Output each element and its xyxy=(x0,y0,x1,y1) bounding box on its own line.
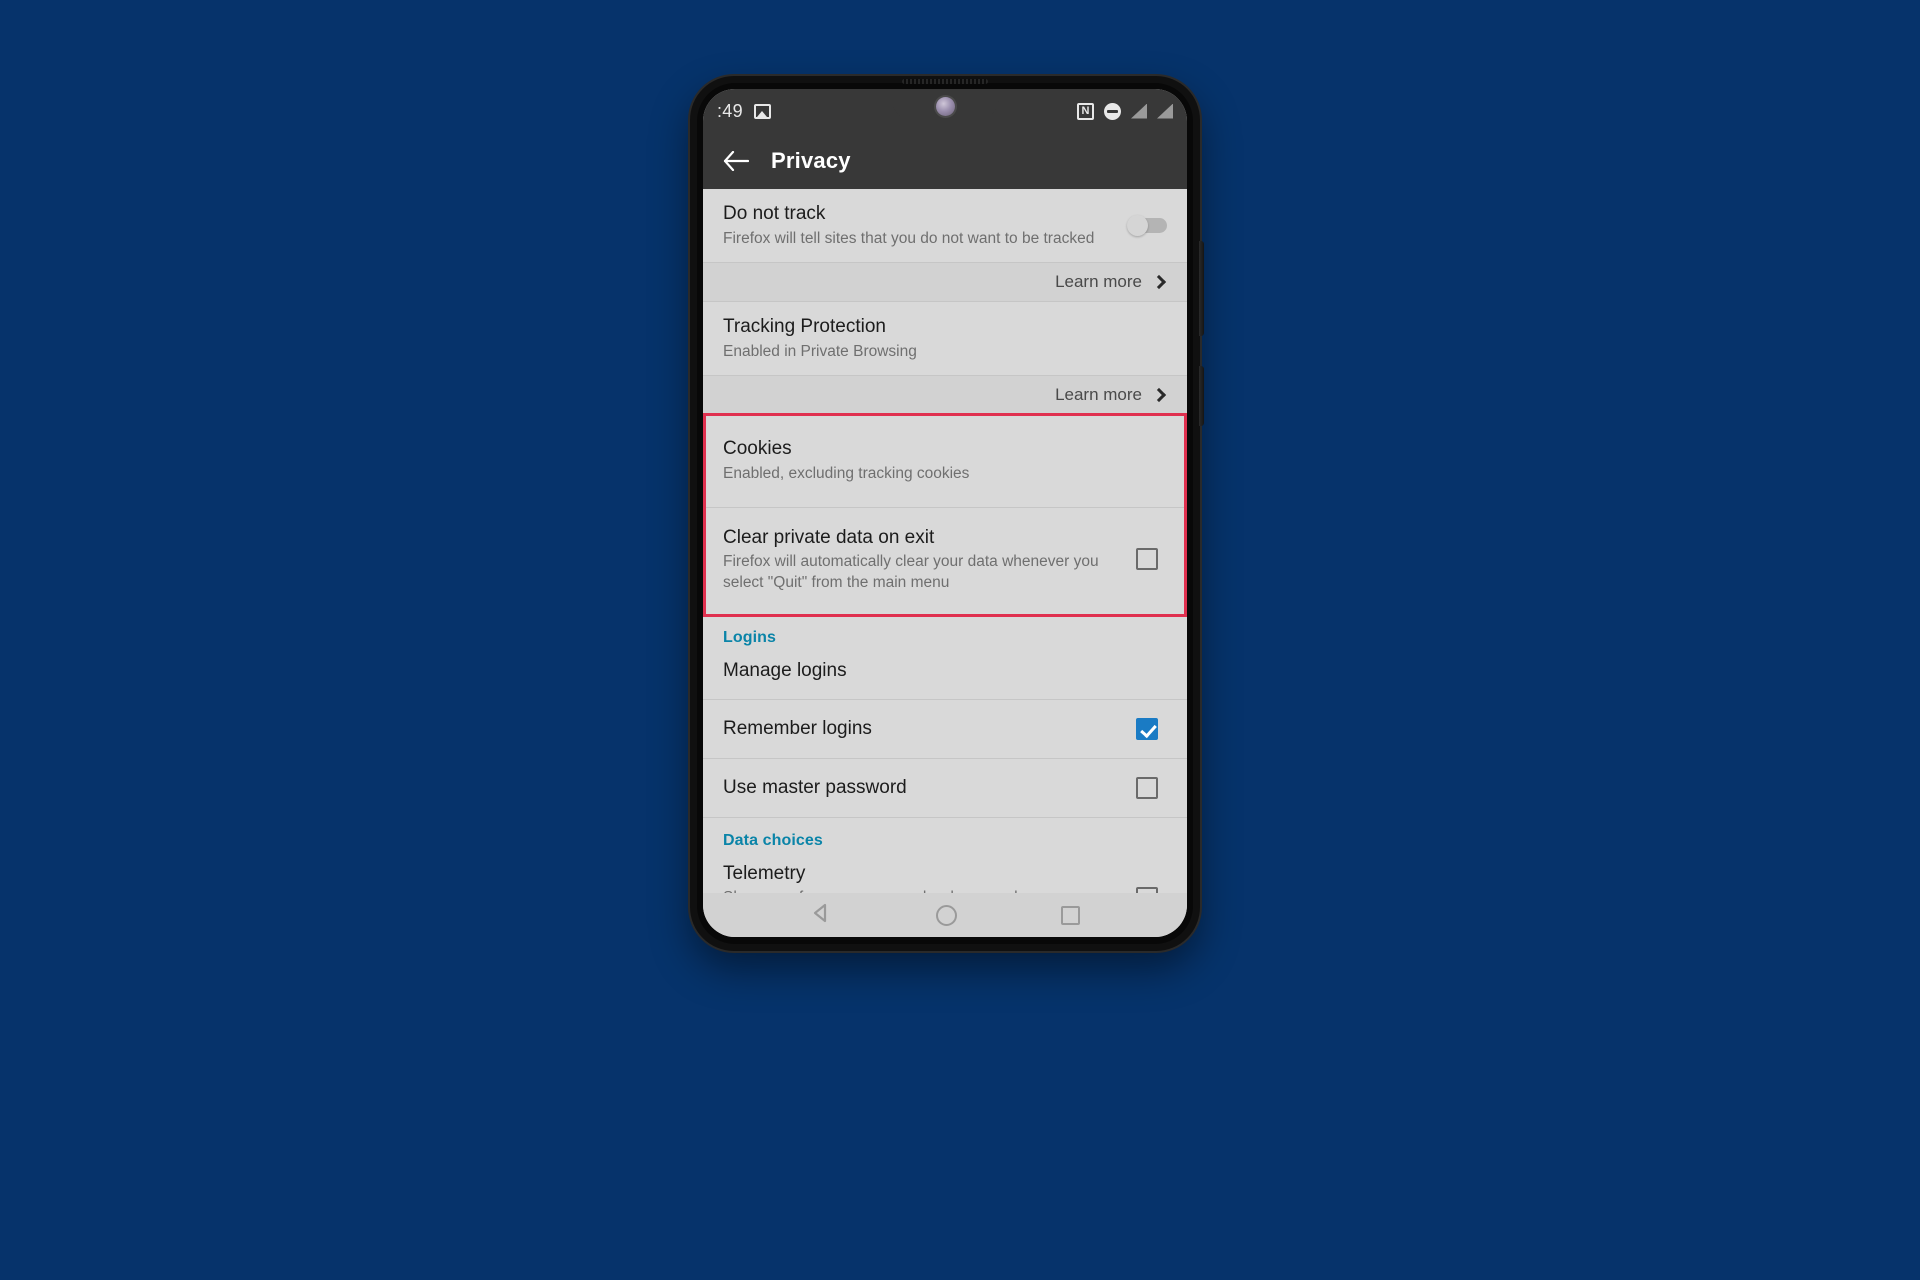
nfc-icon: N xyxy=(1077,102,1094,120)
screenshot-canvas: :49 N Privacy Do not track Firefox will … xyxy=(0,0,1920,1280)
setting-row-cookies[interactable]: Cookies Enabled, excluding tracking cook… xyxy=(703,415,1187,507)
telemetry-checkbox[interactable] xyxy=(1136,886,1158,893)
section-header-logins: Logins xyxy=(703,615,1187,654)
setting-row-do-not-track[interactable]: Do not track Firefox will tell sites tha… xyxy=(703,189,1187,263)
highlighted-settings-group: Cookies Enabled, excluding tracking cook… xyxy=(703,415,1187,616)
nav-home-icon[interactable] xyxy=(936,904,957,926)
chevron-right-icon xyxy=(1151,275,1167,290)
setting-title: Cookies xyxy=(723,438,792,460)
do-not-disturb-icon xyxy=(1104,102,1121,120)
setting-title: Use master password xyxy=(723,776,907,798)
android-nav-bar xyxy=(703,893,1187,937)
setting-subtitle: Firefox will tell sites that you do not … xyxy=(723,229,1095,247)
settings-list[interactable]: Do not track Firefox will tell sites tha… xyxy=(703,189,1187,893)
row-text-block: Clear private data on exit Firefox will … xyxy=(723,526,1127,594)
setting-title: Telemetry xyxy=(723,862,806,884)
setting-subtitle: Firefox will automatically clear your da… xyxy=(723,553,1099,591)
image-icon xyxy=(753,103,771,119)
row-text-block: Manage logins xyxy=(723,659,1127,683)
learn-more-label: Learn more xyxy=(1055,272,1142,292)
signal-icon xyxy=(1131,103,1147,119)
control-slot xyxy=(1127,215,1167,237)
setting-row-remember-logins[interactable]: Remember logins xyxy=(703,700,1187,758)
control-slot xyxy=(1127,776,1167,799)
setting-subtitle: Enabled in Private Browsing xyxy=(723,342,917,360)
control-slot xyxy=(1127,548,1167,571)
setting-row-telemetry[interactable]: Telemetry Shares performance, usage, har… xyxy=(703,855,1187,893)
setting-title: Remember logins xyxy=(723,718,872,740)
setting-title: Tracking Protection xyxy=(723,316,886,338)
remember-logins-checkbox[interactable] xyxy=(1136,717,1158,740)
nav-recents-icon[interactable] xyxy=(1061,905,1080,925)
learn-more-tracking-protection[interactable]: Learn more xyxy=(703,376,1187,415)
setting-row-clear-private-data-on-exit[interactable]: Clear private data on exit Firefox will … xyxy=(703,507,1187,616)
control-slot xyxy=(1127,886,1167,893)
power-button[interactable] xyxy=(1199,366,1204,426)
row-text-block: Tracking Protection Enabled in Private B… xyxy=(723,315,1127,362)
page-title: Privacy xyxy=(771,148,851,173)
learn-more-do-not-track[interactable]: Learn more xyxy=(703,263,1187,302)
setting-title: Clear private data on exit xyxy=(723,526,935,548)
setting-title: Manage logins xyxy=(723,660,847,682)
camera-notch xyxy=(891,89,999,121)
phone-screen: :49 N Privacy Do not track Firefox will … xyxy=(703,89,1187,937)
section-header-data-choices: Data choices xyxy=(703,817,1187,856)
front-camera-icon xyxy=(935,96,955,116)
chevron-right-icon xyxy=(1151,388,1167,403)
setting-row-use-master-password[interactable]: Use master password xyxy=(703,758,1187,817)
row-text-block: Cookies Enabled, excluding tracking cook… xyxy=(723,437,1127,484)
back-arrow-icon[interactable] xyxy=(713,138,759,184)
phone-device: :49 N Privacy Do not track Firefox will … xyxy=(690,76,1204,951)
setting-subtitle: Shares performance, usage, hardware and xyxy=(723,888,1119,893)
status-bar-left: :49 xyxy=(717,101,771,122)
status-bar: :49 N xyxy=(703,89,1187,133)
setting-title: Do not track xyxy=(723,203,826,224)
status-bar-right: N xyxy=(1077,102,1173,120)
row-text-block: Telemetry Shares performance, usage, har… xyxy=(723,862,1127,893)
setting-row-tracking-protection[interactable]: Tracking Protection Enabled in Private B… xyxy=(703,302,1187,376)
learn-more-label: Learn more xyxy=(1055,385,1142,405)
signal-icon xyxy=(1157,103,1173,119)
volume-button[interactable] xyxy=(1199,241,1204,336)
control-slot xyxy=(1127,717,1167,740)
status-bar-clock: :49 xyxy=(717,100,743,121)
clear-private-data-checkbox[interactable] xyxy=(1136,548,1158,571)
settings-scroll-area: Do not track Firefox will tell sites tha… xyxy=(703,189,1187,893)
setting-subtitle: Enabled, excluding tracking cookies xyxy=(723,465,970,483)
earpiece-speaker xyxy=(902,79,988,84)
use-master-password-checkbox[interactable] xyxy=(1136,776,1158,799)
nav-back-icon[interactable] xyxy=(810,902,832,929)
app-bar: Privacy xyxy=(703,133,1187,189)
do-not-track-toggle[interactable] xyxy=(1127,215,1167,237)
toggle-knob xyxy=(1127,215,1148,237)
row-text-block: Use master password xyxy=(723,776,1127,800)
row-text-block: Remember logins xyxy=(723,717,1127,741)
row-text-block: Do not track Firefox will tell sites tha… xyxy=(723,202,1127,249)
setting-row-manage-logins[interactable]: Manage logins xyxy=(703,653,1187,700)
